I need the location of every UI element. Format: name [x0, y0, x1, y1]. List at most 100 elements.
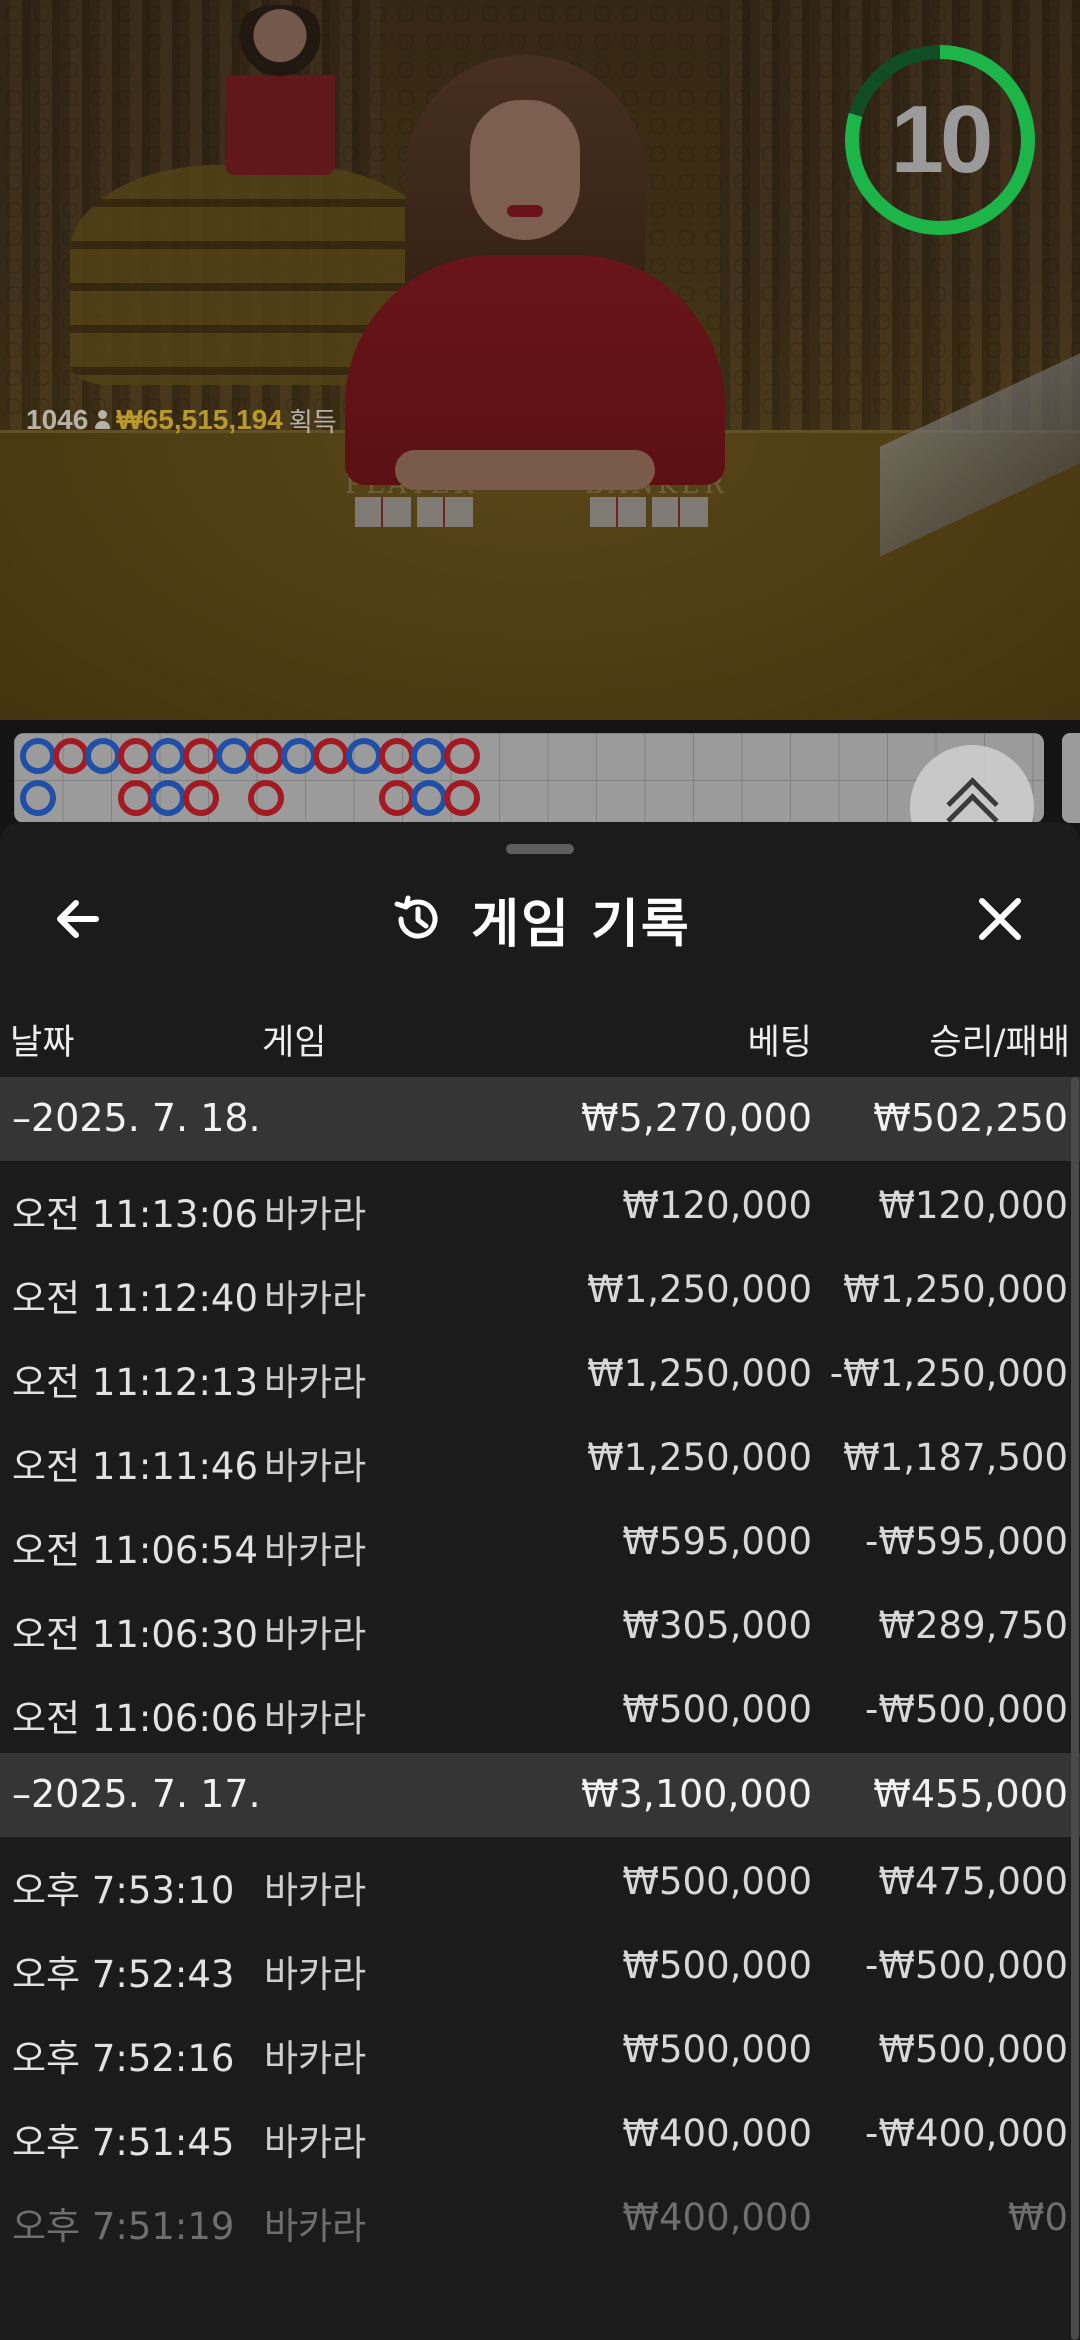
winners-ticker: 1046 ₩65,515,194 획득 — [26, 400, 337, 440]
history-row[interactable]: 오전 11:12:40 바카라 ₩1,250,000 ₩1,250,000 — [0, 1249, 1080, 1333]
date-group-header[interactable]: –2025. 7. 18. ₩5,270,000 ₩502,250 — [0, 1077, 1080, 1161]
bead-banker — [378, 738, 415, 774]
close-button[interactable] — [960, 879, 1040, 959]
history-row[interactable]: 오전 11:13:06 바카라 ₩120,000 ₩120,000 — [0, 1165, 1080, 1249]
history-row[interactable]: 오후 7:52:16 바카라 ₩500,000 ₩500,000 — [0, 2009, 1080, 2093]
row-time: 오후 7:51:45 — [12, 2121, 235, 2164]
row-bet: ₩400,000 — [622, 2196, 812, 2239]
bead-player — [85, 738, 122, 774]
bead-banker — [183, 738, 219, 774]
back-arrow-icon — [57, 900, 99, 938]
bead-banker — [117, 738, 154, 774]
row-game: 바카라 — [264, 2205, 367, 2248]
row-result: ₩1,187,500 — [843, 1436, 1068, 1479]
history-row[interactable]: 오후 7:53:10 바카라 ₩500,000 ₩475,000 — [0, 1841, 1080, 1925]
sheet-header: 게임 기록 — [0, 879, 1080, 959]
row-bet: ₩500,000 — [622, 1860, 812, 1903]
bead-player — [20, 738, 56, 774]
bead-player — [280, 738, 317, 774]
row-time: 오전 11:13:06 — [12, 1193, 259, 1236]
history-row[interactable]: 오후 7:51:19 바카라 ₩400,000 ₩0 — [0, 2177, 1080, 2261]
row-bet: ₩1,250,000 — [587, 1352, 812, 1395]
column-date: 날짜 — [10, 1023, 75, 1063]
history-row[interactable]: 오후 7:51:45 바카라 ₩400,000 -₩400,000 — [0, 2093, 1080, 2177]
bead-banker — [443, 780, 480, 816]
live-video: PLAYER BANKER 1046 ₩65,515,194 획득 10 — [0, 0, 1080, 720]
group-result-total: ₩455,000 — [873, 1772, 1068, 1816]
row-game: 바카라 — [264, 1361, 367, 1404]
bead-player — [20, 780, 56, 816]
back-button[interactable] — [40, 879, 120, 959]
row-game: 바카라 — [264, 1193, 367, 1236]
roadmap-secondary-panel[interactable] — [1062, 733, 1080, 823]
history-list[interactable]: –2025. 7. 18. ₩5,270,000 ₩502,250 오전 11:13:… — [0, 1077, 1080, 2261]
row-game: 바카라 — [264, 1445, 367, 1488]
row-bet: ₩500,000 — [622, 1688, 812, 1731]
column-game: 게임 — [262, 1023, 327, 1063]
row-game: 바카라 — [264, 2037, 367, 2080]
row-time: 오전 11:12:40 — [12, 1277, 259, 1320]
history-row[interactable]: 오전 11:06:06 바카라 ₩500,000 -₩500,000 — [0, 1669, 1080, 1753]
row-game: 바카라 — [264, 2121, 367, 2164]
bead-banker — [117, 780, 154, 816]
close-icon — [979, 898, 1021, 940]
history-row[interactable]: 오전 11:06:30 바카라 ₩305,000 ₩289,750 — [0, 1585, 1080, 1669]
bead-banker — [183, 780, 219, 816]
row-time: 오후 7:53:10 — [12, 1869, 235, 1912]
bead-roadmap[interactable] — [14, 733, 1044, 823]
history-row[interactable]: 오전 11:06:54 바카라 ₩595,000 -₩595,000 — [0, 1501, 1080, 1585]
person-icon — [94, 410, 111, 430]
column-header: 날짜 게임 베팅 승리/패배 — [0, 1002, 1080, 1072]
row-game: 바카라 — [264, 1697, 367, 1740]
bead-banker — [443, 738, 480, 774]
group-date: –2025. 7. 18. — [12, 1096, 261, 1140]
row-bet: ₩1,250,000 — [587, 1268, 812, 1311]
timer-value: 10 — [890, 86, 994, 193]
date-group-header[interactable]: –2025. 7. 17. ₩3,100,000 ₩455,000 — [0, 1753, 1080, 1837]
group-result-total: ₩502,250 — [873, 1096, 1068, 1140]
bead-player — [346, 738, 382, 774]
row-bet: ₩500,000 — [622, 2028, 812, 2071]
bead-banker — [248, 780, 285, 816]
row-result: ₩0 — [1007, 2196, 1068, 2239]
row-game: 바카라 — [264, 1529, 367, 1572]
row-result: -₩595,000 — [865, 1520, 1068, 1563]
row-time: 오후 7:51:19 — [12, 2205, 235, 2248]
row-result: -₩1,250,000 — [829, 1352, 1068, 1395]
row-result: ₩500,000 — [878, 2028, 1068, 2071]
winners-count: 1046 — [26, 404, 89, 435]
row-result: -₩500,000 — [865, 1944, 1068, 1987]
winners-suffix: 획득 — [288, 406, 337, 437]
row-time: 오후 7:52:43 — [12, 1953, 235, 1996]
bet-timer: 10 — [840, 40, 1040, 240]
bead-player — [215, 738, 252, 774]
row-bet: ₩400,000 — [622, 2112, 812, 2155]
history-row[interactable]: 오전 11:12:13 바카라 ₩1,250,000 -₩1,250,000 — [0, 1333, 1080, 1417]
row-game: 바카라 — [264, 1613, 367, 1656]
row-result: ₩1,250,000 — [843, 1268, 1068, 1311]
row-time: 오전 11:06:54 — [12, 1529, 259, 1572]
row-bet: ₩595,000 — [622, 1520, 812, 1563]
row-result: -₩400,000 — [865, 2112, 1068, 2155]
bead-player — [411, 780, 448, 816]
row-result: ₩120,000 — [878, 1184, 1068, 1227]
game-history-sheet: 게임 기록 날짜 게임 베팅 승리/패배 –2025. 7. 18. ₩5,270… — [0, 822, 1080, 2340]
row-bet: ₩305,000 — [622, 1604, 812, 1647]
sheet-scrollbar[interactable] — [1071, 1077, 1079, 2340]
group-bet-total: ₩3,100,000 — [581, 1772, 812, 1816]
row-time: 오전 11:11:46 — [12, 1445, 259, 1488]
history-row[interactable]: 오후 7:52:43 바카라 ₩500,000 -₩500,000 — [0, 1925, 1080, 2009]
sheet-grabber[interactable] — [506, 844, 574, 854]
row-game: 바카라 — [264, 1869, 367, 1912]
row-game: 바카라 — [264, 1953, 367, 1996]
row-time: 오전 11:06:06 — [12, 1697, 259, 1740]
bead-banker — [248, 738, 285, 774]
row-time: 오후 7:52:16 — [12, 2037, 235, 2080]
group-date: –2025. 7. 17. — [12, 1772, 261, 1816]
sheet-title: 게임 기록 — [471, 894, 691, 955]
history-row[interactable]: 오전 11:11:46 바카라 ₩1,250,000 ₩1,187,500 — [0, 1417, 1080, 1501]
history-icon — [394, 895, 438, 939]
row-bet: ₩500,000 — [622, 1944, 812, 1987]
row-bet: ₩1,250,000 — [587, 1436, 812, 1479]
row-game: 바카라 — [264, 1277, 367, 1320]
